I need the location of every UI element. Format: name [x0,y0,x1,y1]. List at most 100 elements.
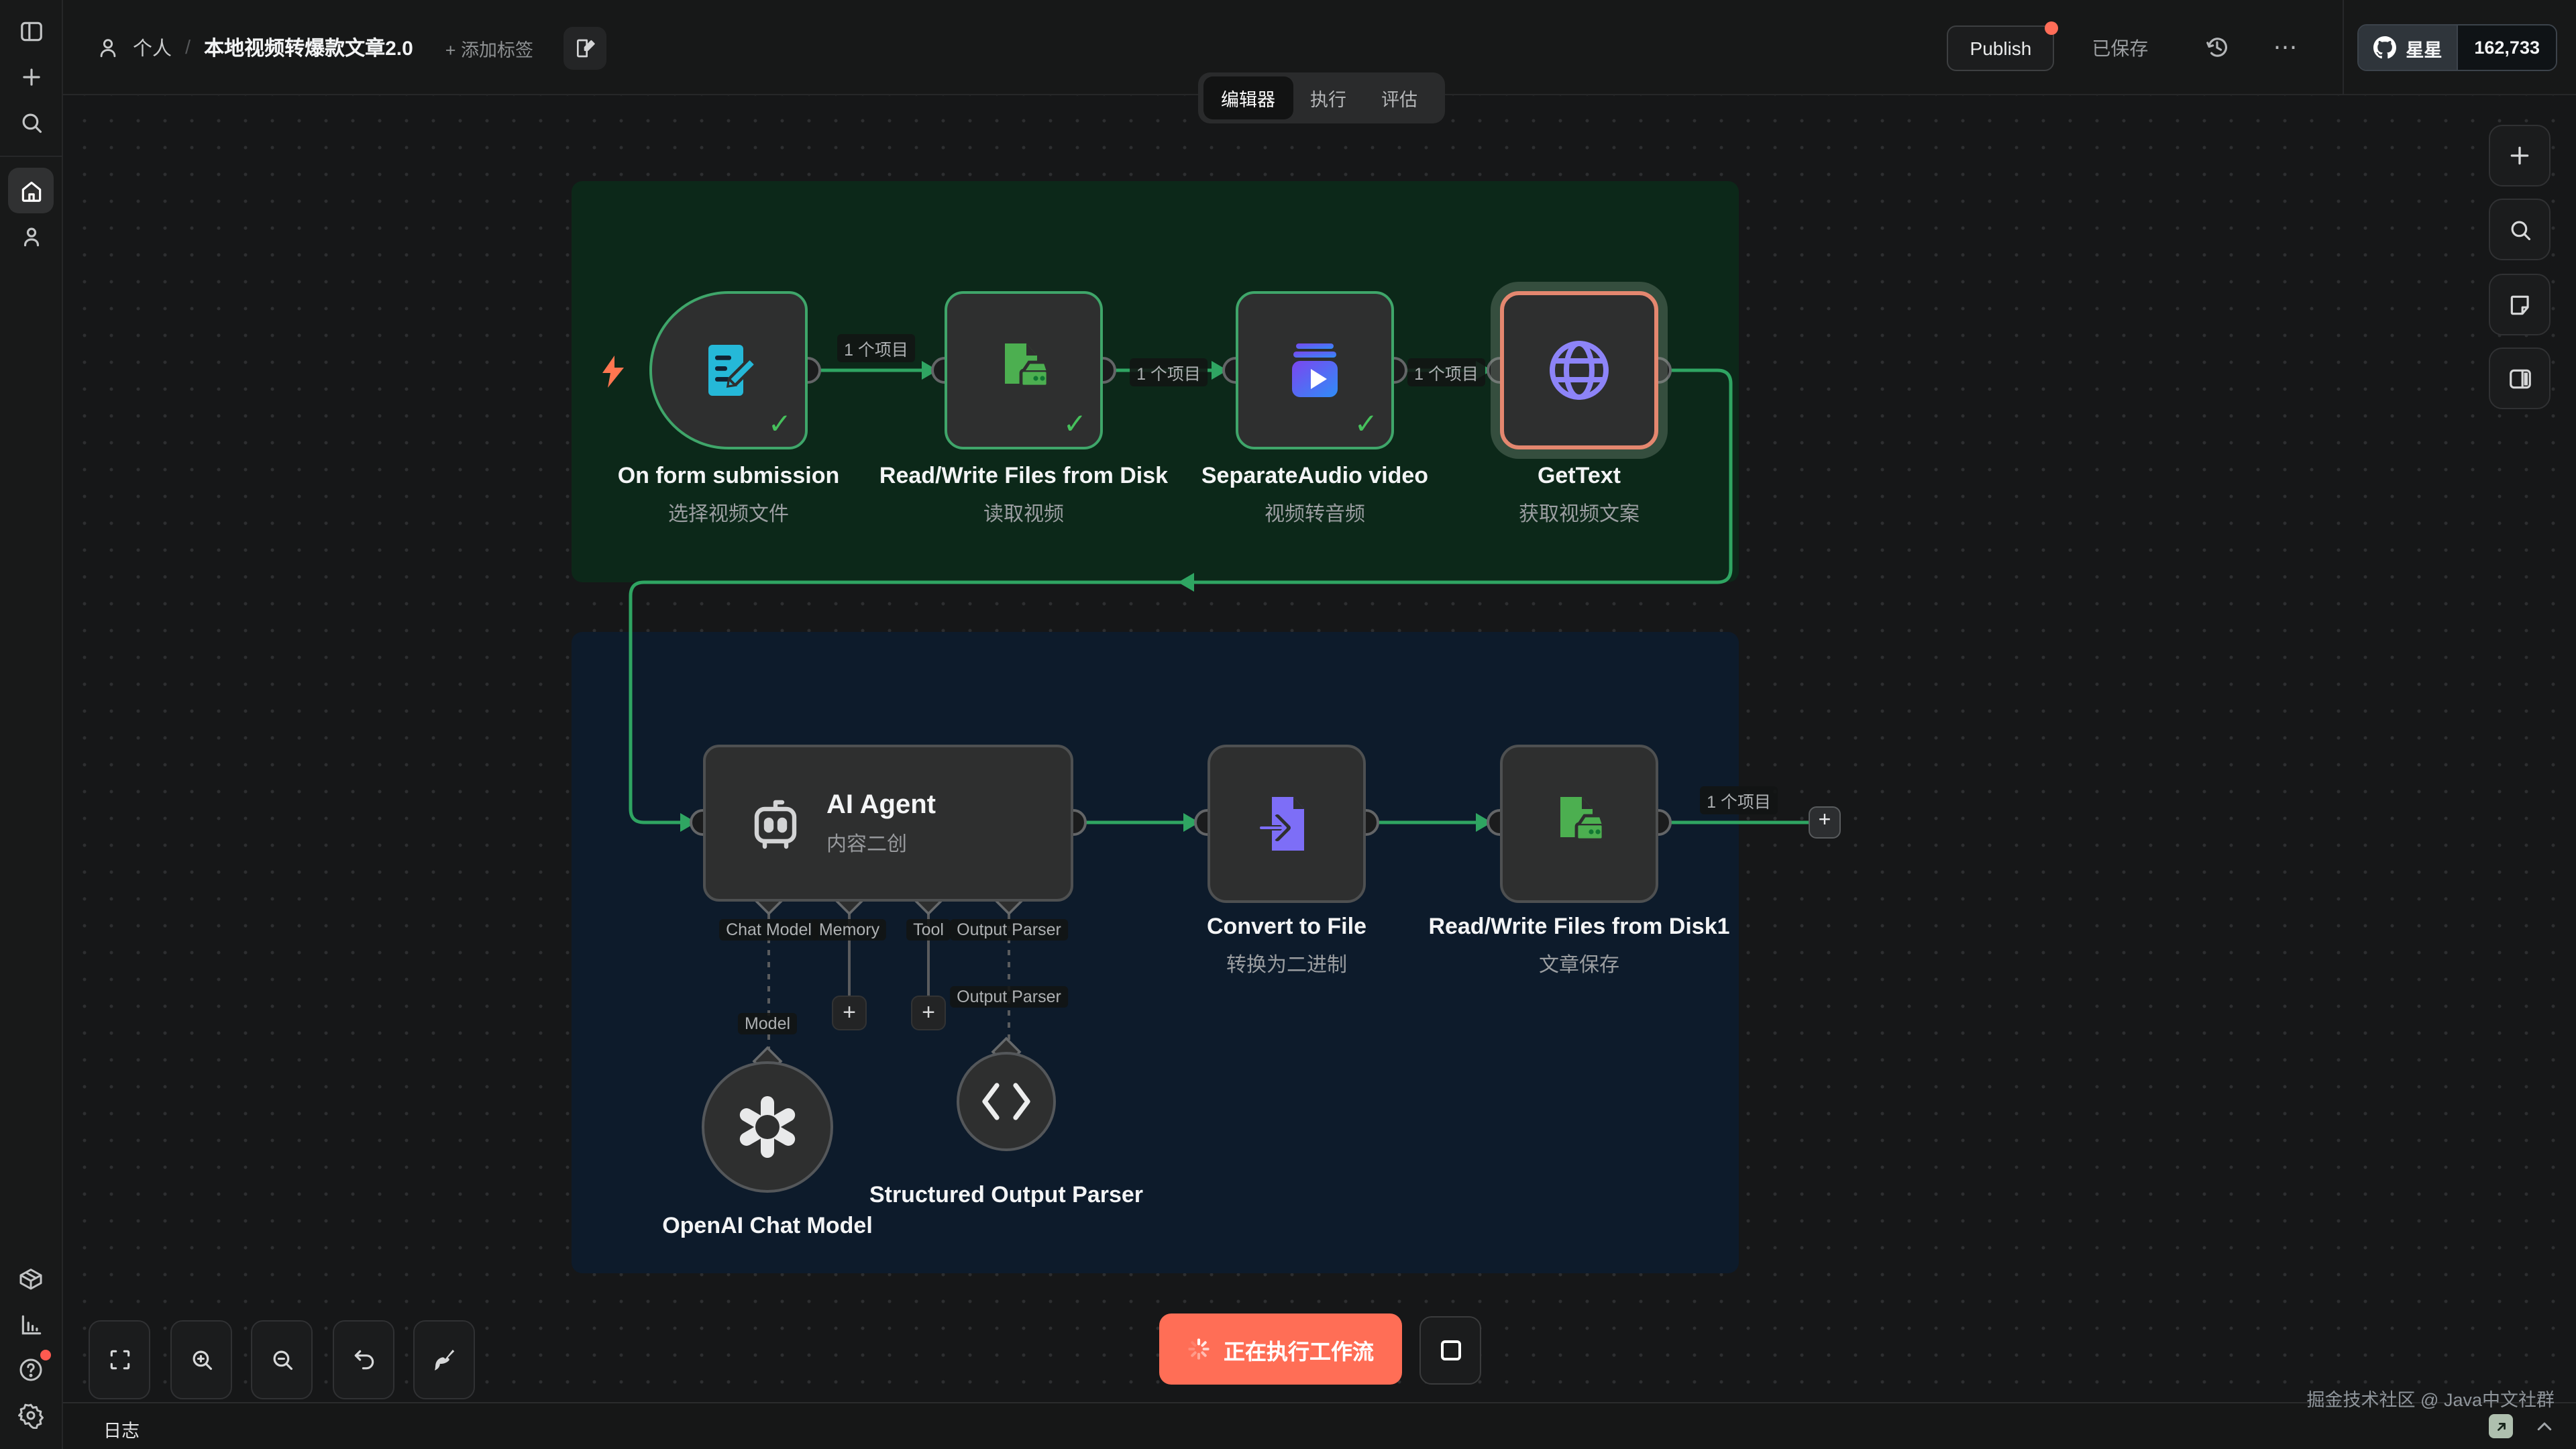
add-sticky-note-button[interactable] [2489,274,2551,335]
trigger-bolt-icon [598,354,628,389]
undo-icon [355,1351,372,1368]
node-on-form-submission[interactable]: ✓ [649,291,808,449]
add-node-at-connection-button[interactable]: + [1809,806,1841,839]
stop-execution-button[interactable] [1419,1316,1481,1385]
sidebar-item-overview[interactable] [8,168,54,213]
n8n-workflow-editor: 读取视频文案 文章二创和保存 [0,0,2576,1449]
node-convert-to-file[interactable] [1208,745,1366,903]
sidebar-divider [0,156,62,157]
logs-panel-bar[interactable]: 日志 掘金技术社区 @ Java中文社群 [63,1402,2576,1449]
node-title: AI Agent [826,790,936,820]
node-separate-audio-video[interactable]: ✓ [1236,291,1394,449]
node-label: OpenAI Chat Model [606,1209,928,1244]
sticky-note-icon [2511,296,2527,313]
sidebar-item-insights[interactable] [8,1301,54,1347]
toggle-panel-button[interactable] [2489,347,2551,409]
port-label-memory: Memory [812,919,886,941]
zoom-in-button[interactable] [170,1320,232,1399]
version-history-button[interactable] [2204,35,2230,60]
tab-editor[interactable]: 编辑器 [1203,76,1293,119]
node-label: Convert to File 转换为二进制 [1126,910,1448,979]
node-subtitle: 内容二创 [826,828,936,857]
sidebar-search-button[interactable] [8,99,54,145]
history-clock-icon [2208,39,2226,56]
chevron-up-icon[interactable] [2534,1416,2555,1436]
sidebar-item-personal[interactable] [8,213,54,259]
logs-title: 日志 [103,1415,140,1442]
add-tool-button[interactable]: + [911,996,946,1030]
code-brackets-icon [979,1081,1033,1122]
output-parser-port-label: Output Parser [950,986,1068,1008]
sidebar-toggle-button[interactable] [8,8,54,54]
node-ai-agent[interactable]: AI Agent 内容二创 [703,745,1073,902]
node-gettext[interactable] [1500,291,1658,449]
workflow-title[interactable]: 本地视频转爆款文章2.0 [204,34,413,62]
robot-icon [746,794,805,853]
user-avatar-icon [97,36,119,59]
file-disk-icon [991,338,1056,402]
left-sidebar [0,0,63,1449]
spinner-icon [1187,1338,1210,1360]
items-count-label: 1 个项目 [1700,786,1778,814]
model-port-label: Model [738,1013,797,1034]
items-count-label: 1 个项目 [837,334,915,362]
publish-button[interactable]: Publish [1947,25,2055,70]
tidy-up-button[interactable] [413,1320,475,1399]
node-label: On form submission 选择视频文件 [568,459,890,528]
tab-evaluations[interactable]: 评估 [1364,76,1435,119]
home-icon [22,182,39,200]
node-label: Read/Write Files from Disk 读取视频 [863,459,1185,528]
add-node-button[interactable] [2489,125,2551,186]
package-box-icon [21,1270,41,1289]
view-tabs: 编辑器 执行 评估 [1198,72,1445,123]
plus-icon [2512,148,2527,163]
edit-icon [577,40,593,56]
saved-status: 已保存 [2092,34,2148,61]
breadcrumb-separator: / [185,37,191,58]
node-read-write-files[interactable]: ✓ [945,291,1103,449]
canvas-search-button[interactable] [2489,199,2551,260]
node-read-write-files-disk1[interactable] [1500,745,1658,903]
zoom-out-button[interactable] [251,1320,313,1399]
node-label: Read/Write Files from Disk1 文章保存 [1418,910,1740,979]
new-workflow-button[interactable] [8,54,54,99]
node-label: Structured Output Parser [845,1178,1167,1214]
search-icon [2512,221,2528,238]
undo-button[interactable] [333,1320,394,1399]
success-check-icon: ✓ [1354,408,1378,441]
more-options-button[interactable]: ⋯ [2273,34,2297,62]
bar-chart-icon [22,1316,39,1332]
zoom-to-fit-button[interactable] [89,1320,150,1399]
broom-icon [431,1347,457,1373]
video-icon [1284,339,1346,401]
form-icon [698,339,759,401]
port-label-output-parser: Output Parser [950,919,1068,941]
fit-view-icon [111,1351,127,1368]
node-label: GetText 获取视频文案 [1418,459,1740,528]
sidebar-item-settings[interactable] [8,1393,54,1438]
add-tag-button[interactable]: + 添加标签 [445,34,533,61]
sidebar-item-help[interactable] [8,1347,54,1393]
breadcrumb-project[interactable]: 个人 [133,34,172,62]
globe-icon [1544,335,1614,405]
edit-note-button[interactable] [563,26,606,69]
items-count-label: 1 个项目 [1407,358,1485,386]
github-star-badge[interactable]: 星星 162,733 [2357,24,2557,71]
add-memory-button[interactable]: + [832,996,867,1030]
help-notification-dot [40,1350,51,1360]
help-circle-icon [21,1360,41,1380]
node-structured-output-parser[interactable] [957,1052,1056,1151]
stop-icon [1440,1340,1460,1360]
executing-workflow-button[interactable]: 正在执行工作流 [1159,1313,1402,1385]
external-link-icon[interactable] [2489,1414,2513,1438]
tab-executions[interactable]: 执行 [1293,76,1364,119]
publish-notification-dot [2045,21,2058,34]
items-count-label: 1 个项目 [1130,358,1208,386]
watermark-text: 掘金技术社区 @ Java中文社群 [2307,1385,2555,1411]
zoom-out-icon [274,1352,290,1368]
sidebar-item-templates[interactable] [8,1256,54,1301]
success-check-icon: ✓ [768,408,792,441]
node-openai-chat-model[interactable] [702,1061,833,1193]
layout-panel-icon [2510,370,2530,386]
file-disk-icon [1547,792,1611,856]
